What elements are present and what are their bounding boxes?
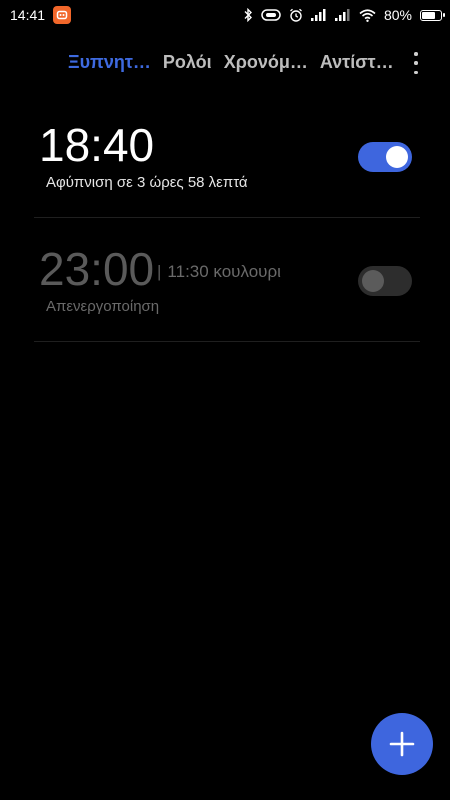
tab-clock[interactable]: Ρολόι: [163, 52, 212, 73]
signal-icon: [334, 9, 351, 21]
vibrate-icon: [261, 9, 281, 21]
alarm-toggle[interactable]: [358, 266, 412, 296]
bluetooth-icon: [243, 8, 253, 22]
battery-percent: 80%: [383, 7, 412, 23]
alarm-item[interactable]: 18:40 Αφύπνιση σε 3 ώρες 58 λεπτά: [34, 94, 420, 218]
status-bar-right: 80%: [243, 7, 445, 23]
notification-app-icon: [53, 6, 72, 24]
add-alarm-button[interactable]: [371, 713, 433, 775]
battery-icon: [420, 9, 445, 21]
wifi-icon: [359, 8, 376, 22]
alarm-item[interactable]: 23:00 | 11:30 κουλουρι Απενεργοποίηση: [34, 218, 420, 342]
alarm-time: 18:40: [39, 119, 155, 171]
tab-timer[interactable]: Χρονόμ…: [224, 52, 308, 73]
signal-icon: [310, 9, 327, 21]
alarm-clock-icon: [289, 8, 303, 22]
status-time: 14:41: [10, 7, 46, 23]
toggle-knob: [386, 146, 408, 168]
more-options-icon[interactable]: [412, 52, 420, 74]
alarm-time: 23:00: [39, 243, 155, 295]
tab-bar: Ξυπνητ… Ρολόι Χρονόμ… Αντίστ…: [0, 44, 450, 80]
plus-icon: [389, 731, 415, 757]
alarm-toggle[interactable]: [358, 142, 412, 172]
battery-level: [422, 11, 435, 19]
alarm-label: | 11:30 κουλουρι: [157, 262, 281, 282]
tab-stopwatch[interactable]: Αντίστ…: [320, 52, 394, 73]
status-bar: 14:41 80%: [0, 0, 450, 30]
label-separator: |: [157, 262, 162, 281]
toggle-knob: [362, 270, 384, 292]
alarm-status: Αφύπνιση σε 3 ώρες 58 λεπτά: [46, 174, 248, 191]
tab-alarm[interactable]: Ξυπνητ…: [68, 52, 151, 73]
status-bar-left: 14:41: [10, 6, 72, 24]
alarm-screen: 14:41 80% Ξυπνητ… Ρολόι Χρονόμ… Αντίστ… …: [0, 0, 450, 800]
alarm-label-text: 11:30 κουλουρι: [167, 262, 281, 281]
alarm-status: Απενεργοποίηση: [46, 298, 160, 315]
